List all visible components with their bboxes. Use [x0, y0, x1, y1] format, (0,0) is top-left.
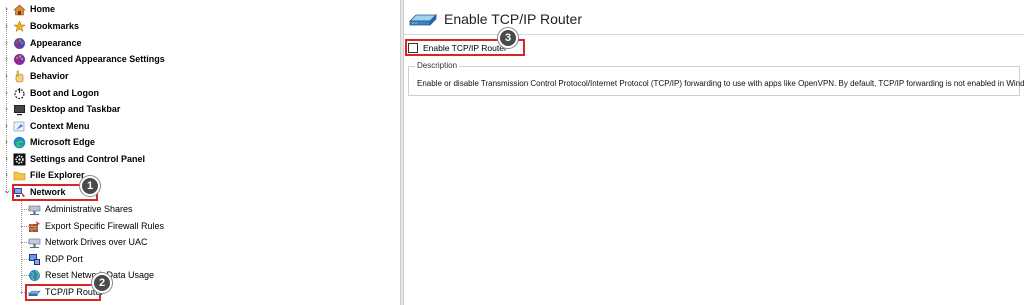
step-badge-2: 2 [92, 273, 112, 293]
tree-item-label: Settings and Control Panel [30, 154, 146, 164]
expand-arrow-icon[interactable]: › [2, 118, 11, 134]
tree-item-rdp-port[interactable]: RDP Port [0, 251, 300, 267]
divider [404, 34, 1024, 35]
tree-item-label: Boot and Logon [30, 88, 99, 98]
tree-item-label: File Explorer [30, 170, 85, 180]
tree-item-context-menu[interactable]: › Context Menu [0, 118, 300, 134]
expand-arrow-icon[interactable]: › [2, 85, 11, 101]
tree-item-reset-network-data-usage[interactable]: Reset Network Data Usage [0, 267, 300, 283]
expand-arrow-icon[interactable]: › [2, 18, 11, 34]
tree-item-label: Desktop and Taskbar [30, 104, 121, 114]
folder-icon [13, 169, 26, 182]
tree-item-network-drives-uac[interactable]: Network Drives over UAC [0, 234, 300, 250]
tree-item-file-explorer[interactable]: › File Explorer [0, 167, 300, 183]
tree-item-administrative-shares[interactable]: Administrative Shares [0, 201, 300, 217]
expand-arrow-icon[interactable]: › [2, 134, 11, 150]
tree-item-home[interactable]: › Home [0, 1, 300, 17]
router-icon [408, 12, 438, 28]
menu-icon [13, 120, 26, 133]
expand-arrow-icon[interactable]: › [2, 51, 11, 67]
tree-item-label: RDP Port [45, 254, 83, 264]
desktop-icon [13, 103, 26, 116]
tree-item-label: Home [30, 4, 56, 14]
palette-icon [13, 53, 26, 66]
rdp-icon [28, 253, 41, 266]
step-badge-3: 3 [498, 28, 518, 48]
tree-item-microsoft-edge[interactable]: › Microsoft Edge [0, 134, 300, 150]
tree-item-label: Bookmarks [30, 21, 80, 31]
drive-icon [28, 236, 41, 249]
star-icon [13, 20, 26, 33]
tree-item-label: Advanced Appearance Settings [30, 54, 165, 64]
expand-arrow-icon[interactable]: › [2, 167, 11, 183]
tree-item-export-firewall-rules[interactable]: Export Specific Firewall Rules [0, 218, 300, 234]
description-group: Description Enable or disable Transmissi… [408, 61, 1024, 96]
home-icon [13, 3, 26, 16]
navigation-tree: › Home › Bookmarks › Appearance › Advanc… [0, 0, 399, 305]
hand-icon [13, 70, 26, 83]
tree-item-label: Administrative Shares [45, 204, 133, 214]
description-legend: Description [415, 61, 460, 70]
share-icon [28, 203, 41, 216]
tree-item-label: Network Drives over UAC [45, 237, 148, 247]
power-icon [13, 87, 26, 100]
description-text: Enable or disable Transmission Control P… [417, 79, 1024, 88]
tree-item-label: Appearance [30, 38, 82, 48]
tree-item-label: Behavior [30, 71, 69, 81]
tree-item-desktop-taskbar[interactable]: › Desktop and Taskbar [0, 101, 300, 117]
expand-arrow-icon[interactable]: › [2, 151, 11, 167]
step-badge-1: 1 [80, 176, 100, 196]
panel-title: Enable TCP/IP Router [444, 11, 583, 27]
details-panel: Enable TCP/IP Router Enable TCP/IP Route… [404, 0, 1024, 305]
tree-item-label: Export Specific Firewall Rules [45, 221, 165, 231]
edge-icon [13, 136, 26, 149]
firewall-icon [28, 220, 41, 233]
tree-item-appearance[interactable]: › Appearance [0, 35, 300, 51]
tree-item-label: Microsoft Edge [30, 137, 96, 147]
tree-item-boot-logon[interactable]: › Boot and Logon [0, 85, 300, 101]
tree-item-behavior[interactable]: › Behavior [0, 68, 300, 84]
expand-arrow-icon[interactable]: › [2, 35, 11, 51]
tree-item-advanced-appearance[interactable]: › Advanced Appearance Settings [0, 51, 300, 67]
expand-arrow-icon[interactable]: › [2, 1, 11, 17]
tree-item-label: Context Menu [30, 121, 90, 131]
tree-item-bookmarks[interactable]: › Bookmarks [0, 18, 300, 34]
globe-icon [28, 269, 41, 282]
expand-arrow-icon[interactable]: › [2, 101, 11, 117]
tcpip-router-highlight-box [25, 284, 101, 301]
palette-icon [13, 37, 26, 50]
expand-arrow-icon[interactable]: › [2, 68, 11, 84]
gear-icon [13, 153, 26, 166]
tree-item-settings-control-panel[interactable]: › Settings and Control Panel [0, 151, 300, 167]
